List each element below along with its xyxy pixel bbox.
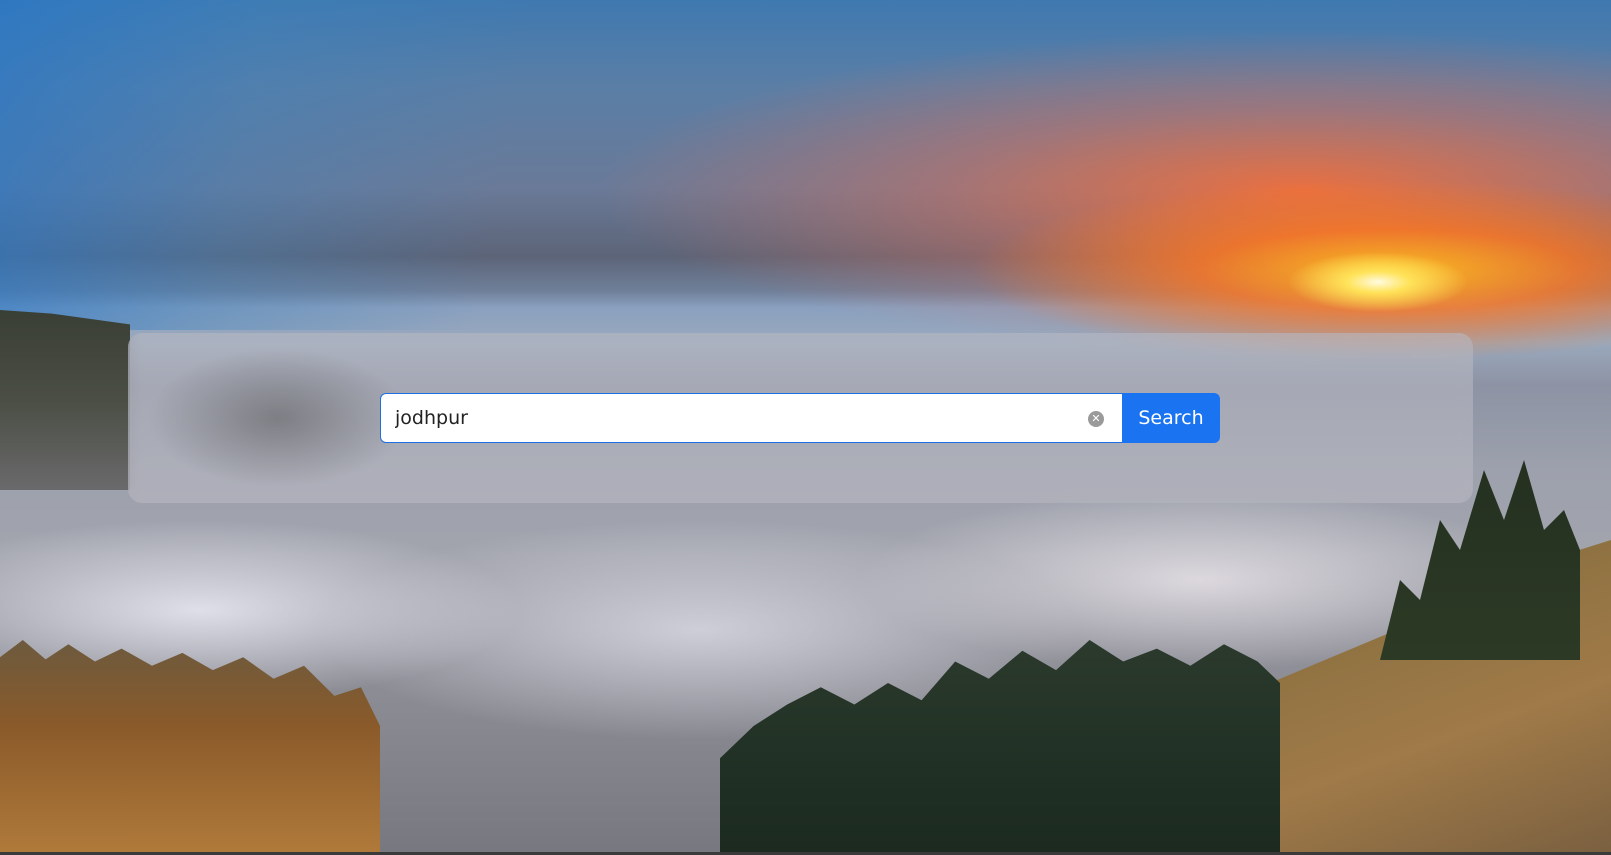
background-left-glow <box>0 0 700 330</box>
search-input[interactable] <box>381 394 1055 442</box>
clear-icon[interactable]: ✕ <box>1088 411 1104 427</box>
panel-shadow <box>148 343 408 493</box>
search-input-wrapper: ✕ <box>380 393 1122 443</box>
background-forest-left <box>0 310 130 490</box>
search-button[interactable]: Search <box>1122 393 1220 443</box>
search-group: ✕ Search <box>380 393 1220 443</box>
page: ✕ Search <box>0 0 1611 855</box>
